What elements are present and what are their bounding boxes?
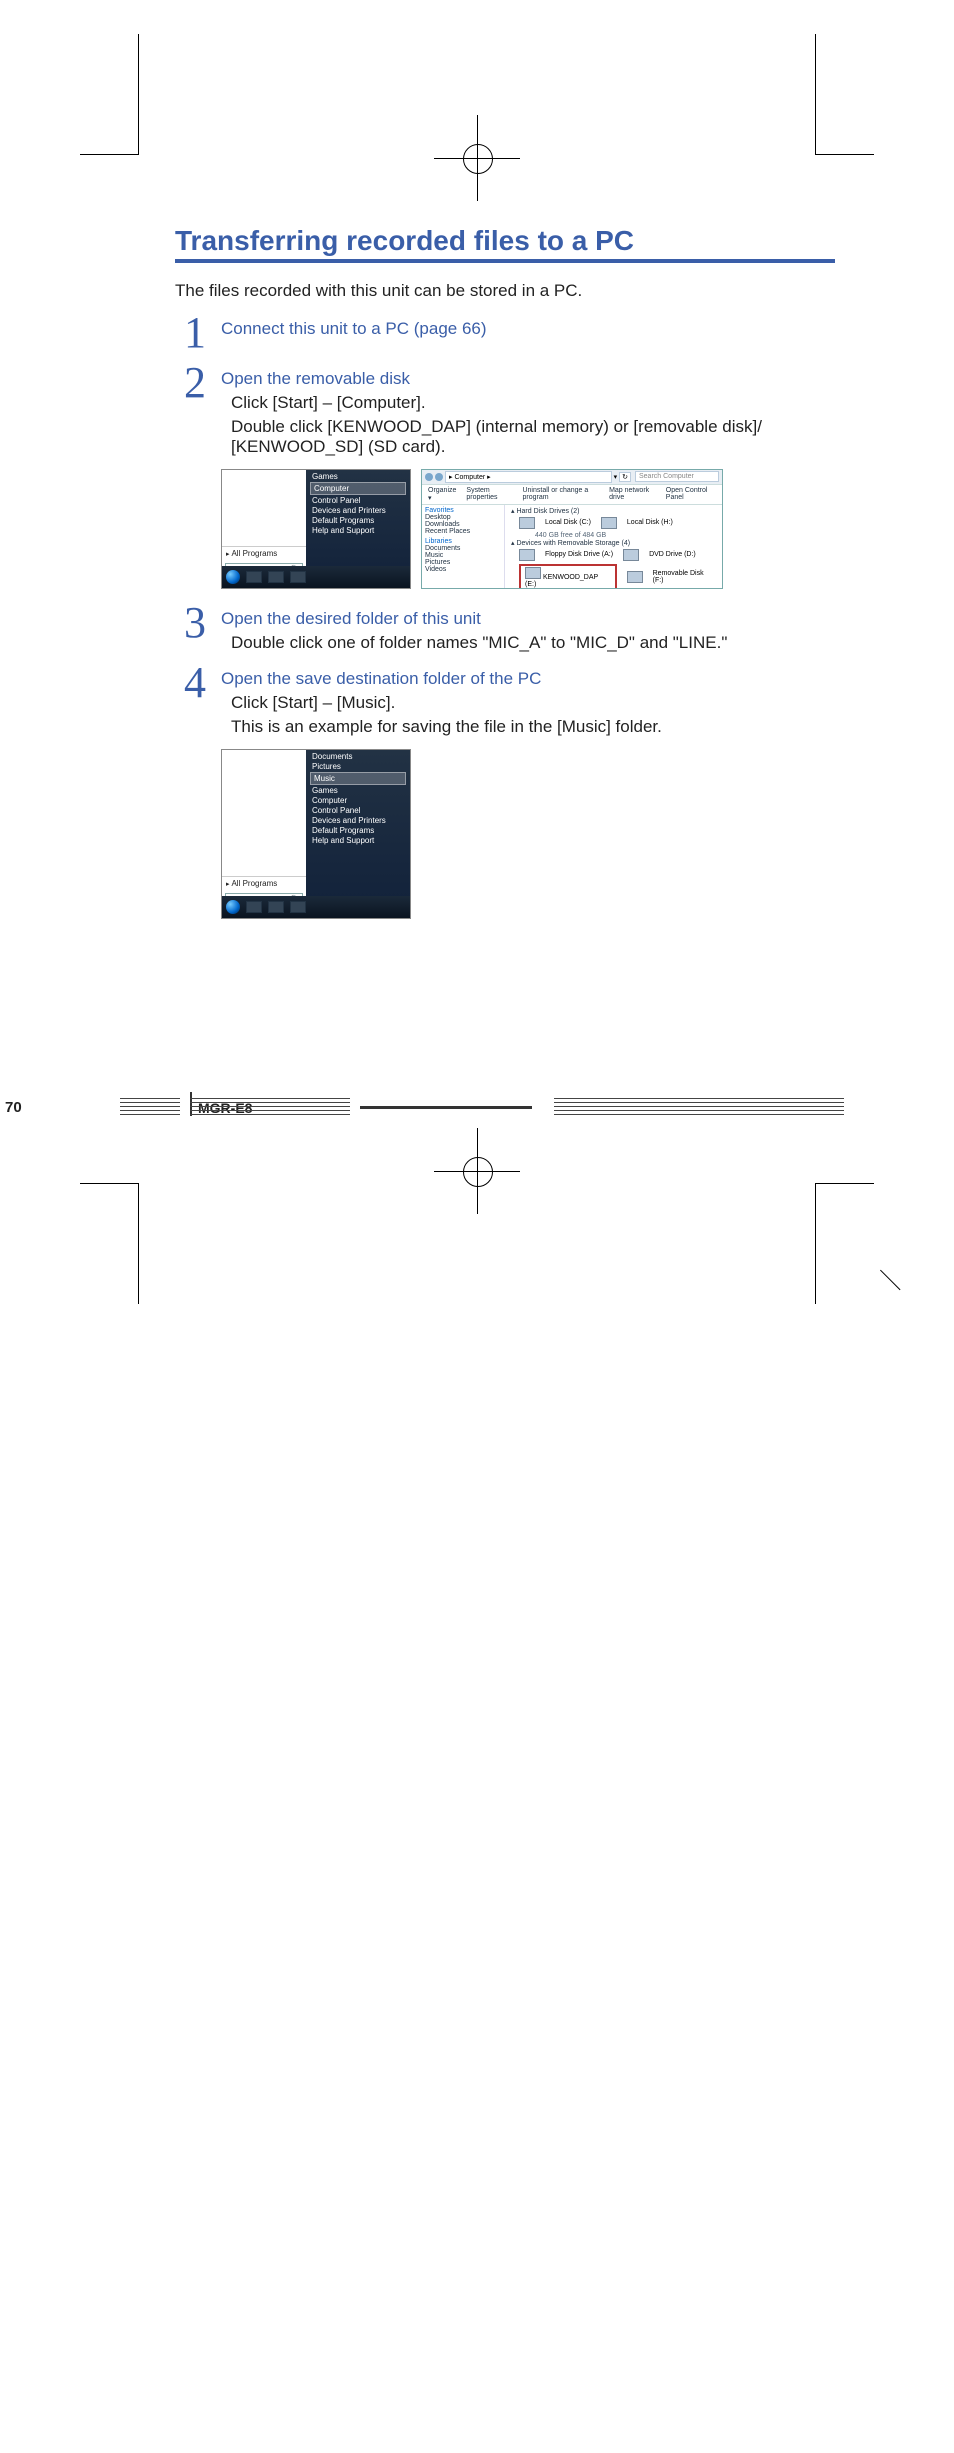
all-programs: All Programs (222, 876, 306, 890)
step-3: 3 Open the desired folder of this unit D… (175, 603, 835, 653)
explorer-toolbar: Organize ▾ System properties Uninstall o… (422, 485, 722, 505)
step-number: 4 (175, 663, 215, 703)
explorer-screenshot: ▸ Computer ▸ ▾ ↻ Search Computer Organiz… (421, 469, 723, 589)
drive-icon (623, 549, 639, 561)
taskbar-item (246, 901, 262, 913)
taskbar-item (268, 901, 284, 913)
taskbar-item (268, 571, 284, 583)
explorer-content: ▴ Hard Disk Drives (2) Local Disk (C:) L… (505, 505, 722, 589)
drive-icon (519, 549, 535, 561)
start-menu-screenshot: All Programs Search programs and files 🔍… (221, 469, 411, 589)
separator: • • • • • • • • • • • • • • • • • • • • … (175, 655, 835, 659)
figure-step4: All Programs Search programs and files 🔍… (221, 749, 835, 919)
start-menu-screenshot: All Programs Search programs and files 🔍… (221, 749, 411, 919)
drive-icon (525, 567, 541, 579)
page-footer: MGR-E8 70 (120, 1096, 844, 1124)
step-heading: Open the save destination folder of the … (221, 669, 662, 689)
highlighted-drive: KENWOOD_DAP (E:) (519, 564, 617, 589)
taskbar-item (290, 901, 306, 913)
start-item-computer: Computer (310, 482, 406, 495)
step-1: 1 Connect this unit to a PC (page 66) (175, 313, 835, 353)
explorer-search: Search Computer (635, 471, 719, 482)
drive-icon (601, 517, 617, 529)
step-text: Click [Start] – [Music]. (221, 693, 662, 713)
all-programs: All Programs (222, 546, 306, 560)
taskbar-item (290, 571, 306, 583)
step-2: 2 Open the removable disk Click [Start] … (175, 363, 835, 457)
separator: • • • • • • • • • • • • • • • • • • • • … (175, 355, 835, 359)
step-heading: Open the removable disk (221, 369, 835, 389)
step-text: Double click [KENWOOD_DAP] (internal mem… (221, 417, 835, 457)
drive-icon (627, 571, 643, 583)
step-text: This is an example for saving the file i… (221, 717, 662, 737)
address-bar: ▸ Computer ▸ (445, 471, 612, 483)
nav-forward-icon (435, 473, 443, 481)
start-item-music: Music (310, 772, 406, 785)
step-number: 3 (175, 603, 215, 643)
start-orb-icon (226, 570, 240, 584)
separator: • • • • • • • • • • • • • • • • • • • • … (175, 595, 835, 599)
drive-icon (519, 517, 535, 529)
taskbar (222, 566, 410, 588)
step-heading: Open the desired folder of this unit (221, 609, 727, 629)
nav-back-icon (425, 473, 433, 481)
page-number: 70 (5, 1099, 954, 2453)
registration-mark (454, 135, 500, 181)
step-number: 1 (175, 313, 215, 353)
step-text: Click [Start] – [Computer]. (221, 393, 835, 413)
page-title: Transferring recorded files to a PC (175, 225, 835, 263)
explorer-sidebar: Favorites Desktop Downloads Recent Place… (422, 505, 505, 589)
separator: • • • • • • • • • • • • • • • • • • • • … (175, 305, 835, 309)
step-heading: Connect this unit to a PC (page 66) (221, 319, 487, 339)
figure-step2: All Programs Search programs and files 🔍… (221, 469, 835, 589)
crop-mark (815, 34, 874, 155)
start-orb-icon (226, 900, 240, 914)
intro-text: The files recorded with this unit can be… (175, 281, 835, 301)
step-4: 4 Open the save destination folder of th… (175, 663, 835, 737)
crop-mark (80, 34, 139, 155)
taskbar (222, 896, 410, 918)
step-text: Double click one of folder names "MIC_A"… (221, 633, 727, 653)
step-number: 2 (175, 363, 215, 403)
taskbar-item (246, 571, 262, 583)
